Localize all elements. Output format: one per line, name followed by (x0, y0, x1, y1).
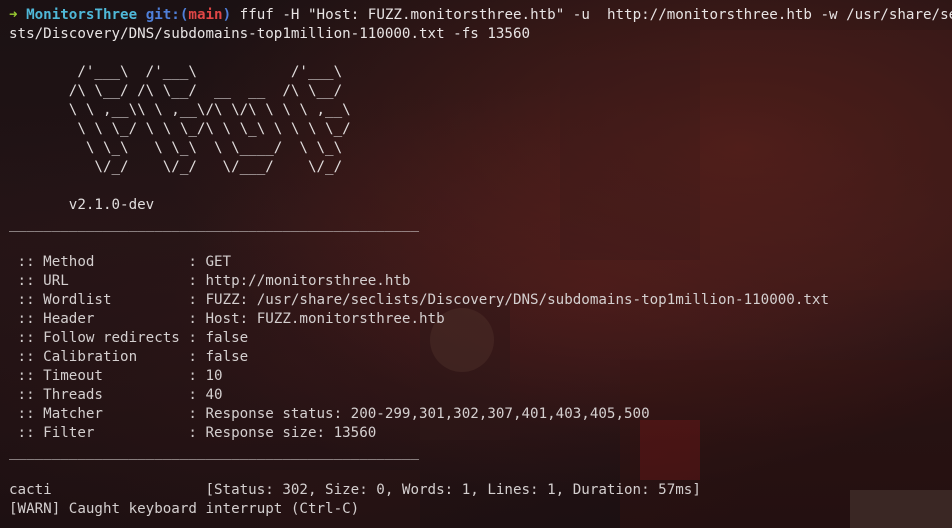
config-value: : false (188, 349, 249, 365)
config-row-filter: :: Filter : Response size: 13560 (9, 424, 377, 443)
config-key: :: Calibration (9, 349, 189, 365)
config-row-timeout: :: Timeout : 10 (9, 367, 223, 386)
banner-line: /\ \__/ /\ \__/ __ __ /\ \__/ (9, 83, 343, 99)
warning-text: [WARN] Caught keyboard interrupt (Ctrl-C… (9, 501, 360, 517)
config-key: :: Filter (9, 425, 189, 441)
config-row-threads: :: Threads : 40 (9, 386, 223, 405)
config-key: :: URL (9, 273, 189, 289)
banner-line: \ \ ,__\\ \ ,__\/\ \/\ \ \ \ ,__\ (9, 102, 351, 118)
command-text-line1: ffuf -H "Host: FUZZ.monitorsthree.htb" -… (231, 7, 952, 23)
banner-line: \ \_\ \ \_\ \ \____/ \ \_\ (9, 140, 343, 156)
config-value: : Response status: 200-299,301,302,307,4… (188, 406, 650, 422)
config-key: :: Matcher (9, 406, 189, 422)
banner-line: \ \ \_/ \ \ \_/\ \ \_\ \ \ \ \_/ (9, 121, 351, 137)
config-key: :: Timeout (9, 368, 189, 384)
config-row-wordlist: :: Wordlist : FUZZ: /usr/share/seclists/… (9, 291, 829, 310)
config-value: : Response size: 13560 (188, 425, 377, 441)
config-value: : 40 (188, 387, 223, 403)
terminal-window[interactable]: ➜ MonitorsThree git:(main) ffuf -H "Host… (0, 0, 952, 528)
prompt-line: ➜ MonitorsThree git:(main) ffuf -H "Host… (9, 6, 952, 25)
config-row-calibration: :: Calibration : false (9, 348, 249, 367)
config-value: : Host: FUZZ.monitorsthree.htb (188, 311, 445, 327)
config-row-matcher: :: Matcher : Response status: 200-299,30… (9, 405, 650, 424)
config-value: : http://monitorsthree.htb (188, 273, 411, 289)
config-key: :: Follow redirects (9, 330, 189, 346)
result-details: [Status: 302, Size: 0, Words: 1, Lines: … (51, 482, 701, 498)
banner-line: \/_/ \/_/ \/___/ \/_/ (9, 159, 343, 175)
separator-bottom: ________________________________________… (9, 444, 419, 460)
prompt-arrow-icon: ➜ (9, 7, 18, 23)
config-value: : GET (188, 254, 232, 270)
config-key: :: Threads (9, 387, 189, 403)
prompt-git-close: ) (222, 7, 232, 23)
separator-top: ________________________________________… (9, 216, 419, 232)
result-word: cacti (9, 482, 52, 498)
config-row-header: :: Header : Host: FUZZ.monitorsthree.htb (9, 310, 445, 329)
prompt-git-branch: main (188, 7, 223, 23)
config-key: :: Wordlist (9, 292, 189, 308)
config-value: : 10 (188, 368, 223, 384)
config-key: :: Method (9, 254, 189, 270)
prompt-directory: MonitorsThree (26, 7, 138, 23)
config-key: :: Header (9, 311, 189, 327)
version-text: v2.1.0-dev (9, 197, 155, 213)
prompt-git-label: git:( (145, 7, 189, 23)
config-row-method: :: Method : GET (9, 253, 232, 272)
result-row: cacti [Status: 302, Size: 0, Words: 1, L… (9, 481, 701, 500)
config-row-url: :: URL : http://monitorsthree.htb (9, 272, 411, 291)
config-value: : false (188, 330, 249, 346)
banner-line: /'___\ /'___\ /'___\ (9, 64, 343, 80)
command-text-line2: sts/Discovery/DNS/subdomains-top1million… (9, 26, 531, 42)
config-row-follow-redirects: :: Follow redirects : false (9, 329, 249, 348)
config-value: : FUZZ: /usr/share/seclists/Discovery/DN… (188, 292, 829, 308)
